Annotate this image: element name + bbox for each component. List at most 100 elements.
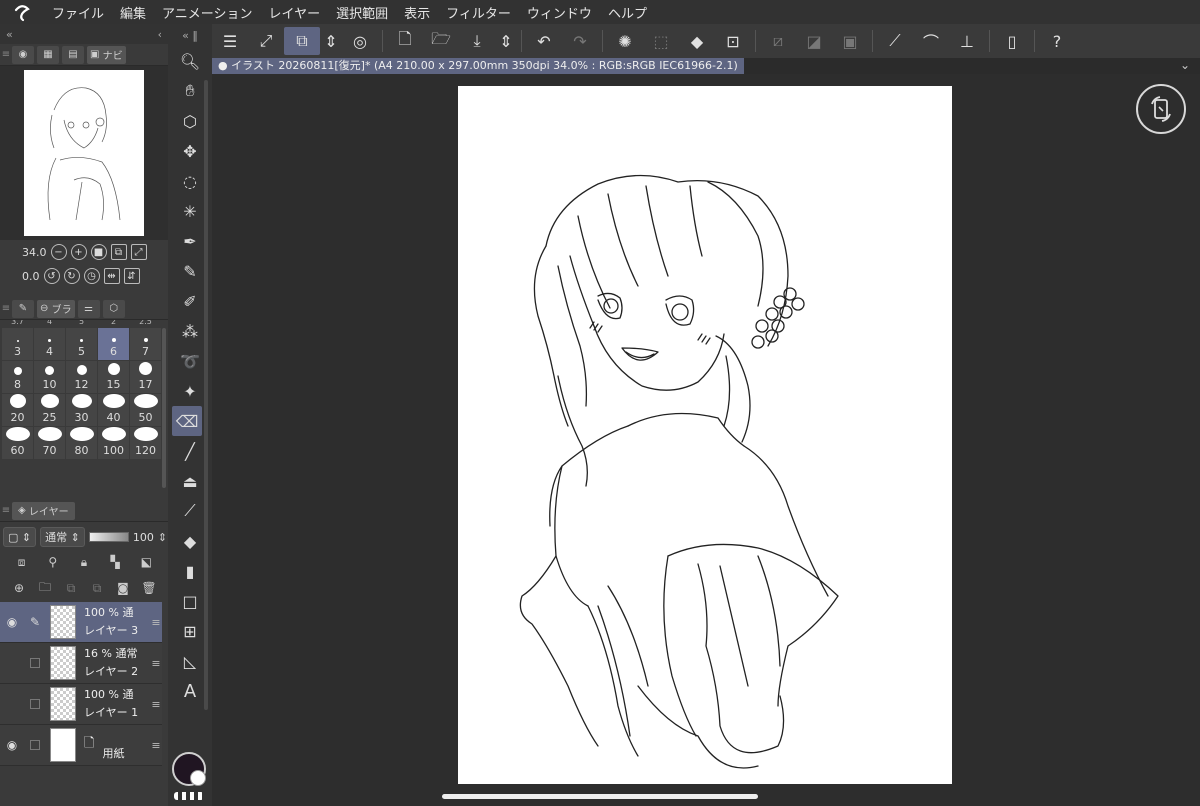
menu-file[interactable]: ファイル — [44, 3, 112, 22]
brush-size-80[interactable]: 80 — [66, 427, 97, 459]
menu-window[interactable]: ウィンドウ — [519, 3, 600, 22]
create-mask-icon[interactable]: ◙ — [115, 580, 131, 596]
home-indicator[interactable] — [442, 794, 758, 799]
rotate-right-icon[interactable]: ↻ — [63, 268, 80, 284]
menu-filter[interactable]: フィルター — [438, 3, 519, 22]
brush-size-5[interactable]: 5 — [66, 328, 97, 360]
brush-size-40[interactable]: 40 — [98, 394, 129, 426]
zoom-out-icon[interactable]: − — [50, 244, 67, 260]
fit-icon[interactable]: ■ — [90, 244, 107, 260]
flip-horizontal-icon[interactable]: ⇹ — [103, 268, 120, 284]
brush-size-6[interactable]: 6 — [98, 328, 129, 360]
menu-hamburger-icon[interactable]: ☰ — [212, 27, 248, 55]
sub-color-swatch[interactable] — [190, 770, 206, 786]
tab-sub-tool-detail[interactable]: ⚌ — [77, 299, 100, 318]
opacity-stepper-icon[interactable]: ⇕ — [158, 531, 167, 544]
clear-icon[interactable]: ⬚ — [643, 27, 679, 55]
transfer-down-icon[interactable]: ⧉ — [63, 580, 79, 596]
brush-size-12[interactable]: 12 — [66, 361, 97, 393]
layer-row[interactable]: 100 % 通レイヤー 1 ≡ — [0, 684, 162, 725]
tab-material[interactable]: ▦ — [37, 45, 59, 64]
brush-size-7[interactable]: 7 — [130, 328, 161, 360]
collapse-right-icon[interactable]: ‹ — [158, 28, 162, 41]
open-file-icon[interactable]: 🗁︎ — [423, 27, 459, 55]
brush-size-25[interactable]: 25 — [34, 394, 65, 426]
visibility-eye-icon[interactable]: ◉ — [0, 615, 24, 629]
panel-handle-icon[interactable]: ≡ — [0, 303, 12, 314]
menu-edit[interactable]: 編集 — [112, 3, 154, 22]
layer-menu-icon[interactable]: ≡ — [150, 657, 162, 670]
brush-size-20[interactable]: 20 — [2, 394, 33, 426]
snap-ruler-icon[interactable]: ⟋ — [877, 27, 913, 55]
brush-size-10[interactable]: 10 — [34, 361, 65, 393]
loading-icon[interactable]: ✺ — [607, 27, 643, 55]
layer-menu-icon[interactable]: ≡ — [150, 616, 162, 629]
brush-size-100[interactable]: 100 — [98, 427, 129, 459]
snap-special-ruler-icon[interactable]: ⌒ — [913, 27, 949, 55]
reference-layer-icon[interactable]: ⚲ — [45, 554, 61, 570]
selection-border-icon[interactable]: ▣ — [832, 27, 868, 55]
edit-pen-icon[interactable]: ✎ — [24, 615, 46, 629]
collapse-left-icon[interactable]: « — [6, 28, 13, 41]
layer-mask-icon[interactable]: ⬕ — [138, 554, 154, 570]
navigator-preview[interactable] — [0, 66, 168, 240]
lock-checkbox[interactable] — [30, 658, 40, 668]
new-file-icon[interactable]: 🗋︎ — [387, 27, 423, 55]
brush-size-70[interactable]: 70 — [34, 427, 65, 459]
new-folder-icon[interactable]: 🗀︎ — [37, 580, 53, 596]
brush-size-8[interactable]: 8 — [2, 361, 33, 393]
deselect-icon[interactable]: ⧄ — [760, 27, 796, 55]
undo-icon[interactable]: ↶ — [526, 27, 562, 55]
brush-size-3[interactable]: 3 — [2, 328, 33, 360]
menu-help[interactable]: ヘルプ — [600, 3, 655, 22]
zoom-tool-icon[interactable]: 🔍︎ — [168, 46, 212, 76]
expand-icon[interactable]: ⤢ — [248, 27, 284, 55]
tab-subview[interactable]: ◉ — [12, 45, 34, 64]
flip-vertical-icon[interactable]: ⇵ — [123, 268, 140, 284]
canvas-paper[interactable] — [458, 86, 952, 784]
opacity-slider[interactable] — [88, 532, 129, 542]
save-icon[interactable]: ⤓ — [459, 27, 495, 55]
canvas-tab[interactable]: ● イラスト 20260811[復元]* (A4 210.00 x 297.00… — [212, 58, 744, 74]
merge-down-icon[interactable]: ⧉ — [89, 580, 105, 596]
lock-icon[interactable]: 🔒︎ — [76, 554, 92, 570]
panel-handle-icon[interactable]: ≡ — [0, 49, 12, 60]
layer-menu-icon[interactable]: ≡ — [150, 698, 162, 711]
brush-size-60[interactable]: 60 — [2, 427, 33, 459]
app-logo-icon[interactable] — [0, 0, 44, 24]
layer-row[interactable]: ◉ 🗋︎ 用紙 ≡ — [0, 725, 162, 766]
rotate-left-icon[interactable]: ↺ — [43, 268, 60, 284]
tab-material-2[interactable]: ▤ — [62, 45, 84, 64]
companion-mode-icon[interactable]: ◎ — [342, 27, 378, 55]
brush-size-50[interactable]: 50 — [130, 394, 161, 426]
layer-color-select[interactable]: ▢ ⇕ — [3, 527, 37, 547]
help-icon[interactable]: ? — [1039, 27, 1075, 55]
tool-collapse[interactable]: « ‖ — [168, 24, 212, 46]
tab-sub-tool[interactable]: ⬡ — [102, 299, 125, 318]
fullscreen-icon[interactable]: ⤢ — [130, 244, 147, 260]
transform-icon[interactable]: ⊡ — [715, 27, 751, 55]
eraser-tool-icon[interactable]: ⌫ — [172, 406, 202, 436]
delete-layer-icon[interactable]: 🗑︎ — [141, 580, 157, 596]
rotation-value[interactable]: 0.0 — [22, 270, 40, 283]
transparent-color-swatch[interactable] — [174, 792, 204, 800]
blend-mode-select[interactable]: 通常 ⇕ — [40, 527, 85, 547]
redo-icon[interactable]: ↷ — [562, 27, 598, 55]
lock-checkbox[interactable] — [30, 699, 40, 709]
fill-selection-icon[interactable]: ◆ — [679, 27, 715, 55]
brush-size-30[interactable]: 30 — [66, 394, 97, 426]
menu-view[interactable]: 表示 — [396, 3, 438, 22]
chevron-down-icon[interactable]: ⌄ — [1180, 58, 1190, 72]
simple-mode-icon[interactable]: ⧉ — [284, 27, 320, 55]
layer-row[interactable]: 16 % 通常 レイヤー 2 ≡ — [0, 643, 162, 684]
lock-checkbox[interactable] — [30, 740, 40, 750]
layer-menu-icon[interactable]: ≡ — [150, 739, 162, 752]
zoom-value[interactable]: 34.0 — [22, 246, 47, 259]
menu-layer[interactable]: レイヤー — [261, 3, 329, 22]
brush-size-15[interactable]: 15 — [98, 361, 129, 393]
tab-navigator[interactable]: ▣ ナビ — [87, 45, 126, 64]
dock-scrollbar[interactable] — [204, 80, 208, 710]
brush-scrollbar[interactable] — [162, 328, 166, 488]
stepper-icon[interactable]: ⇕ — [320, 27, 342, 55]
zoom-in-icon[interactable]: + — [70, 244, 87, 260]
